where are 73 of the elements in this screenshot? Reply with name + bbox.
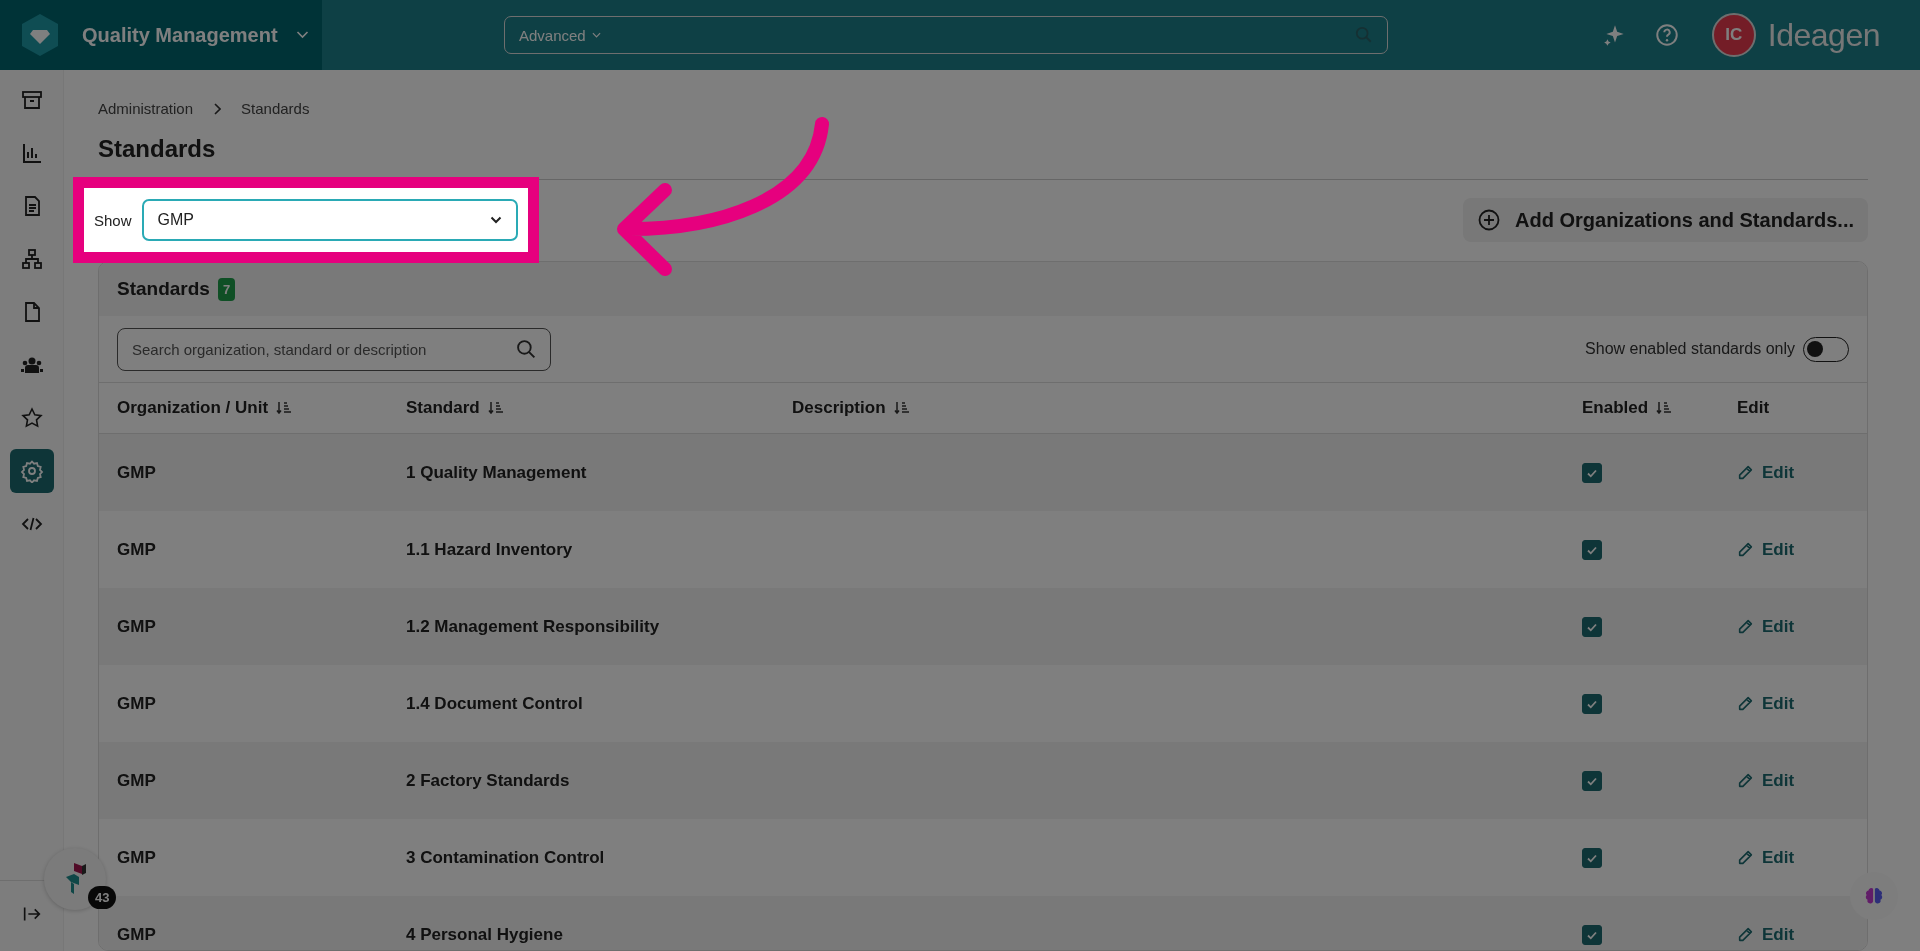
column-header[interactable]: Enabled (1582, 398, 1649, 418)
checkbox[interactable] (1582, 770, 1602, 791)
star-icon (19, 406, 44, 430)
sort-icon[interactable] (1656, 401, 1673, 415)
chevron-right-icon (213, 102, 222, 115)
checkbox[interactable] (1582, 616, 1602, 637)
checkbox[interactable] (1582, 847, 1602, 868)
table-cell: GMP (117, 924, 156, 945)
pencil-icon (1737, 849, 1754, 866)
app-switcher[interactable]: Quality Management (0, 0, 322, 70)
checkbox[interactable] (1582, 693, 1602, 714)
archive-icon (19, 88, 44, 112)
pencil-icon (1737, 541, 1754, 558)
column-header[interactable]: Edit (1737, 398, 1770, 418)
sort-icon[interactable] (276, 401, 293, 415)
help-icon[interactable] (1653, 22, 1680, 48)
toggle-label: Show enabled standards only (1585, 340, 1795, 358)
chevron-down-icon[interactable] (490, 216, 502, 224)
add-organizations-button[interactable]: Add Organizations and Standards... (1463, 198, 1868, 242)
breadcrumb-link[interactable]: Administration (98, 100, 194, 117)
card-title: Standards (117, 278, 210, 300)
edit-link[interactable]: Edit (1737, 462, 1795, 483)
user-avatar[interactable]: IC (1711, 13, 1756, 57)
organization-dropdown[interactable]: GMP (141, 199, 518, 241)
search-icon[interactable] (516, 338, 537, 360)
app-name: Quality Management (82, 23, 278, 47)
breadcrumb-current: Standards (241, 100, 310, 117)
edit-link[interactable]: Edit (1737, 924, 1795, 945)
edit-link[interactable]: Edit (1737, 770, 1795, 791)
table-cell: 1.2 Management Responsibility (406, 616, 660, 637)
chevron-down-icon (295, 31, 309, 39)
table-cell: 1 Quality Management (406, 462, 587, 483)
checkbox[interactable] (1582, 539, 1602, 560)
pencil-icon (1737, 618, 1754, 635)
pencil-icon (1737, 772, 1754, 789)
search-field[interactable]: Advanced (504, 16, 1388, 54)
filter-label: Show (94, 211, 132, 229)
table-cell: GMP (117, 693, 156, 714)
notification-badge: 43 (88, 886, 117, 909)
search-mode-dropdown[interactable]: Advanced (519, 26, 601, 44)
pencil-icon (1737, 926, 1754, 943)
table-cell: 1.4 Document Control (406, 693, 583, 714)
sort-icon[interactable] (487, 401, 504, 415)
column-header[interactable]: Organization / Unit (117, 398, 269, 418)
sort-icon[interactable] (893, 401, 910, 415)
checkbox[interactable] (1582, 462, 1602, 483)
table-cell: 1.1 Hazard Inventory (406, 539, 573, 560)
edit-link[interactable]: Edit (1737, 847, 1795, 868)
brain-icon (1863, 885, 1885, 907)
edit-link[interactable]: Edit (1737, 616, 1795, 637)
plus-circle-icon[interactable] (1477, 208, 1502, 232)
edit-link[interactable]: Edit (1737, 539, 1795, 560)
edit-link[interactable]: Edit (1737, 693, 1795, 714)
pencil-icon (1737, 464, 1754, 481)
column-header[interactable]: Standard (406, 398, 480, 418)
table-cell: GMP (117, 539, 156, 560)
hierarchy-icon (19, 247, 44, 271)
table-cell: GMP (117, 770, 156, 791)
search-field[interactable]: Search organization, standard or description (117, 327, 551, 371)
sidebar-item[interactable] (9, 449, 54, 493)
settings-icon (19, 459, 44, 483)
table-cell: 3 Contamination Control (406, 847, 605, 868)
table-cell: GMP (117, 462, 156, 483)
table-cell: GMP (117, 847, 156, 868)
company-logo: Ideagen (1767, 16, 1880, 54)
pencil-icon (1737, 695, 1754, 712)
table-cell: 2 Factory Standards (406, 770, 570, 791)
diamond-logo-icon (20, 13, 60, 57)
column-header[interactable]: Description (792, 398, 886, 418)
checkbox[interactable] (1582, 924, 1602, 945)
table-cell: 4 Personal Hygiene (406, 924, 563, 945)
table-cell: GMP (117, 616, 156, 637)
count-badge: 7 (217, 277, 236, 301)
